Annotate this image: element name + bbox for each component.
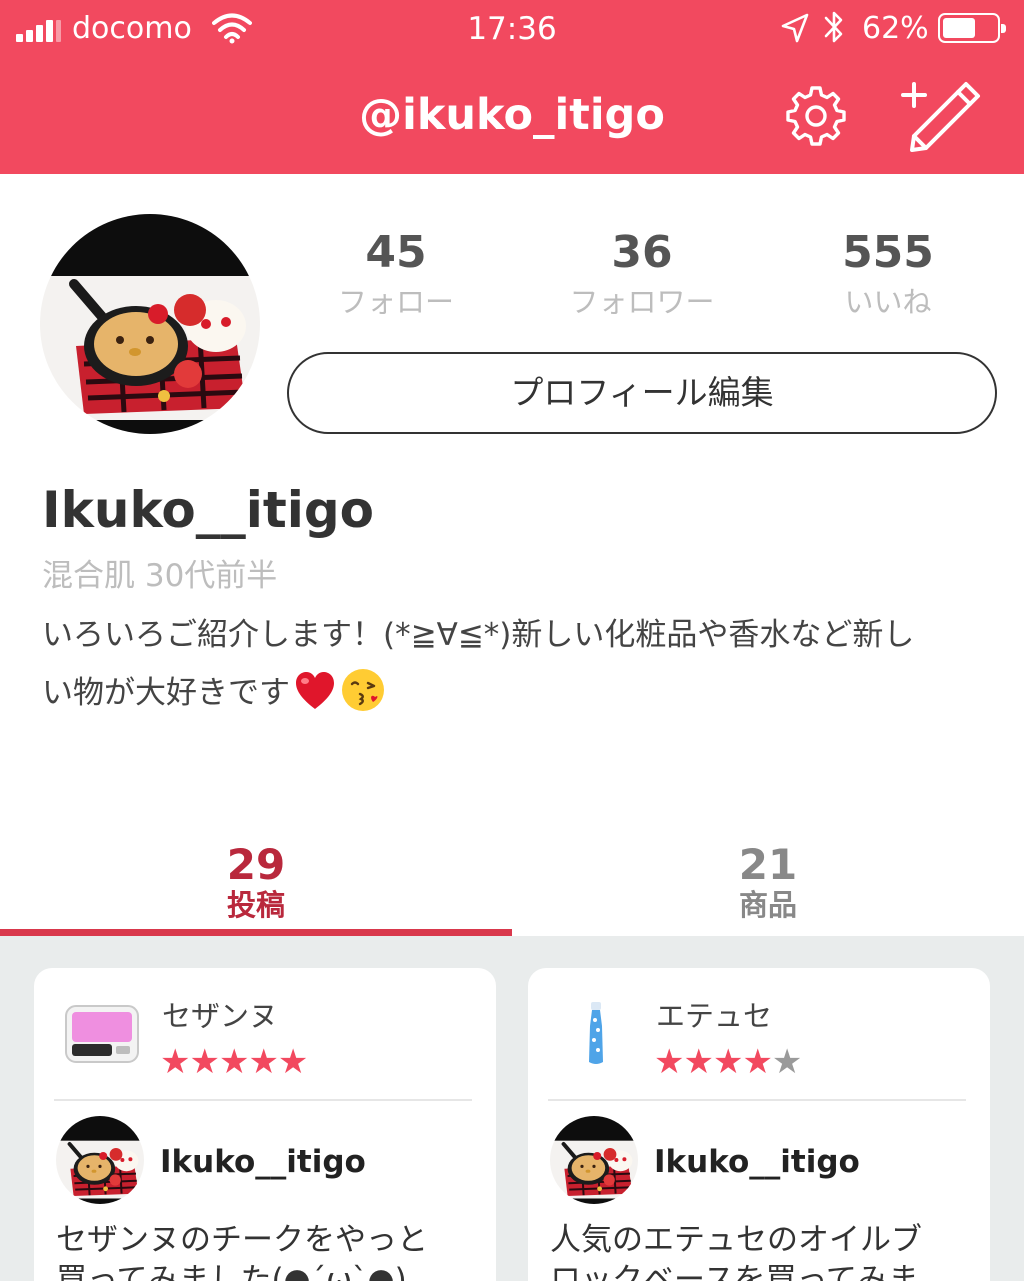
product-name: エテュセ (656, 999, 773, 1033)
profile-bio: いろいろご紹介します！(*≧∀≦*)新しい化粧品や香水など新し い物が大好きです (42, 606, 992, 722)
stat-label: フォロー (337, 285, 454, 319)
tab-label: 投稿 (226, 888, 285, 922)
rating-stars-filled: ★★★★ (654, 1042, 773, 1082)
display-name: Ikuko__itigo (42, 481, 375, 539)
stat-likes[interactable]: 555 いいね (788, 226, 988, 322)
edit-profile-button[interactable]: プロフィール編集 (287, 352, 997, 434)
oil-block-bottle-image (589, 1002, 603, 1064)
battery-icon (938, 13, 1006, 43)
stat-following[interactable]: 45 フォロー (296, 226, 496, 322)
stat-count: 45 (365, 227, 427, 278)
post-excerpt: 人気のエテュセのオイルブ (550, 1222, 922, 1258)
rating-stars-filled: ★★★★★ (160, 1042, 308, 1082)
author-avatar[interactable] (56, 1116, 144, 1204)
stat-label: フォロワー (569, 285, 715, 319)
card-divider (54, 1099, 472, 1101)
compose-pencil-icon[interactable] (896, 78, 982, 152)
post-card[interactable]: セザンヌ ★★★★★ Ikuko__itigo セザンヌのチークをやっと 買って… (34, 968, 496, 1281)
author-name[interactable]: Ikuko__itigo (654, 1142, 860, 1182)
rating-stars: ★★★★★ (654, 1042, 803, 1082)
post-excerpt: ロックベースを買ってみま (550, 1262, 919, 1281)
skin-info: 混合肌 30代前半 (42, 558, 278, 594)
stat-count: 36 (611, 227, 673, 278)
profile-avatar[interactable] (40, 214, 260, 434)
bio-line: いろいろご紹介します！(*≧∀≦*)新しい化粧品や香水など新し (42, 617, 915, 653)
bio-line: い物が大好きです (42, 675, 290, 711)
rating-stars-empty: ★ (771, 1042, 803, 1082)
avatar-photo (550, 1116, 638, 1204)
tab-posts[interactable]: 29 投稿 (0, 840, 512, 923)
heart-emoji-icon (296, 672, 334, 709)
avatar-photo (40, 214, 260, 434)
avatar-photo (56, 1116, 144, 1204)
post-card[interactable]: エテュセ ★★★★★ Ikuko__itigo 人気のエテュセのオイルブ ロック… (528, 968, 990, 1281)
blush-compact-image (65, 1005, 139, 1063)
stat-label: いいね (844, 285, 932, 319)
stat-followers[interactable]: 36 フォロワー (542, 226, 742, 322)
author-avatar[interactable] (550, 1116, 638, 1204)
page-title: @ikuko_itigo (359, 90, 665, 140)
active-tab-indicator (0, 929, 512, 936)
tab-label: 商品 (738, 888, 797, 922)
product-name: セザンヌ (162, 999, 279, 1033)
bio-line-2: い物が大好きです (42, 664, 992, 722)
bluetooth-icon (824, 11, 843, 43)
author-name[interactable]: Ikuko__itigo (160, 1142, 366, 1182)
stat-count: 555 (842, 227, 934, 278)
rating-stars: ★★★★★ (160, 1042, 308, 1082)
card-divider (548, 1099, 966, 1101)
tab-products[interactable]: 21 商品 (512, 840, 1024, 923)
status-bar: docomo 17:36 62% (0, 0, 1024, 58)
tab-count: 21 (738, 840, 798, 889)
location-arrow-icon (781, 13, 809, 43)
battery-percent: 62% (862, 11, 929, 46)
post-excerpt: 買ってみました(●´ω`●) (56, 1262, 407, 1281)
gear-icon[interactable] (784, 84, 848, 148)
tab-count: 29 (226, 840, 286, 889)
app-header: docomo 17:36 62% @ikuko_itigo (0, 0, 1024, 174)
kissing-face-emoji-icon (342, 669, 384, 711)
post-excerpt: セザンヌのチークをやっと (56, 1222, 428, 1258)
